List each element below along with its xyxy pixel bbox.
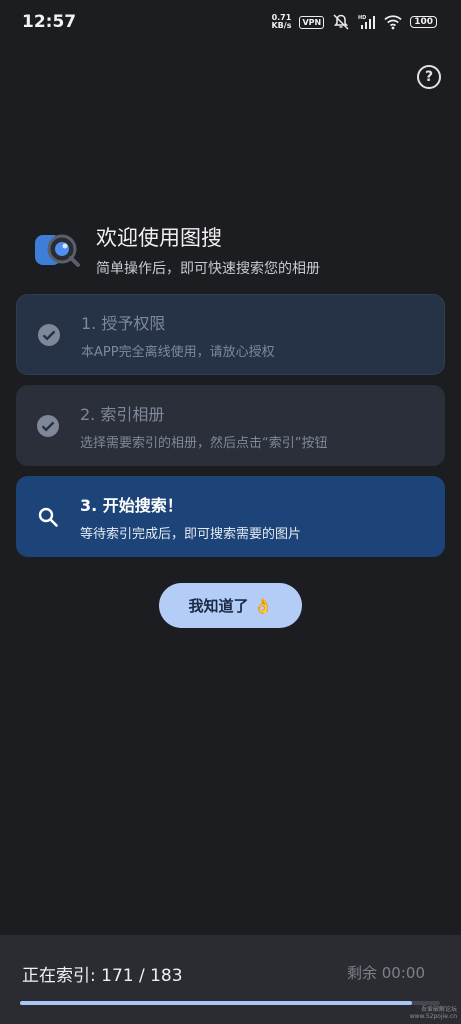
page-subtitle: 简单操作后，即可快速搜索您的相册 [96, 261, 320, 277]
progress-bar [20, 1001, 440, 1005]
vpn-badge: VPN [299, 15, 325, 29]
network-speed: 0.71 KB/s [271, 14, 291, 30]
watermark-line2: www.52pojie.cn [409, 1013, 457, 1020]
help-button[interactable]: ? [417, 65, 441, 89]
welcome-header: 欢迎使用图搜 简单操作后，即可快速搜索您的相册 [32, 222, 320, 278]
step-description: 本APP完全离线使用，请放心授权 [81, 344, 275, 360]
step-text: 3. 开始搜索！ 等待索引完成后，即可搜索需要的图片 [80, 492, 301, 542]
svg-text:HD: HD [358, 15, 366, 21]
got-it-button[interactable]: 我知道了 👌 [159, 583, 302, 628]
step-description: 等待索引完成后，即可搜索需要的图片 [80, 526, 302, 542]
remaining-time: 剩余 00:00 [347, 964, 425, 982]
cellular-signal-icon: HD [358, 15, 376, 29]
step-text: 2. 索引相册 选择需要索引的相册，然后点击“索引”按钮 [80, 401, 327, 451]
status-icons: 0.71 KB/s VPN HD 100 [271, 14, 437, 30]
step-grant-permission[interactable]: 1. 授予权限 本APP完全离线使用，请放心授权 [16, 294, 445, 375]
page-title: 欢迎使用图搜 [96, 226, 222, 250]
step-index-album[interactable]: 2. 索引相册 选择需要索引的相册，然后点击“索引”按钮 [16, 385, 445, 466]
progress-bar-fill [20, 1001, 413, 1005]
watermark: 吾爱破解论坛 www.52pojie.cn [410, 1006, 457, 1020]
step-title: 1. 授予权限 [81, 313, 166, 333]
question-mark-icon: ? [424, 69, 434, 85]
battery-indicator: 100 [410, 16, 437, 28]
watermark-line1: 吾爱破解论坛 [420, 1006, 457, 1013]
step-title: 3. 开始搜索！ [80, 495, 183, 515]
wifi-icon [384, 15, 402, 30]
step-start-search[interactable]: 3. 开始搜索！ 等待索引完成后，即可搜索需要的图片 [16, 476, 445, 557]
step-text: 1. 授予权限 本APP完全离线使用，请放心授权 [81, 310, 275, 360]
bell-muted-icon [333, 14, 349, 30]
step-description: 选择需要索引的相册，然后点击“索引”按钮 [80, 435, 328, 451]
network-speed-unit: KB/s [271, 21, 292, 30]
app-logo-icon [35, 234, 80, 267]
step-title: 2. 索引相册 [80, 404, 165, 424]
check-circle-icon [38, 323, 60, 346]
status-bar: 12:57 0.71 KB/s VPN HD 100 [0, 0, 461, 44]
header-text: 欢迎使用图搜 简单操作后，即可快速搜索您的相册 [96, 222, 320, 278]
indexing-progress-panel: 正在索引: 171 / 183 剩余 00:00 吾爱破解论坛 www.52po… [0, 935, 461, 1024]
check-circle-icon [37, 414, 59, 437]
search-icon [38, 507, 58, 527]
indexing-status: 正在索引: 171 / 183 [22, 966, 183, 986]
status-time: 12:57 [22, 12, 77, 32]
